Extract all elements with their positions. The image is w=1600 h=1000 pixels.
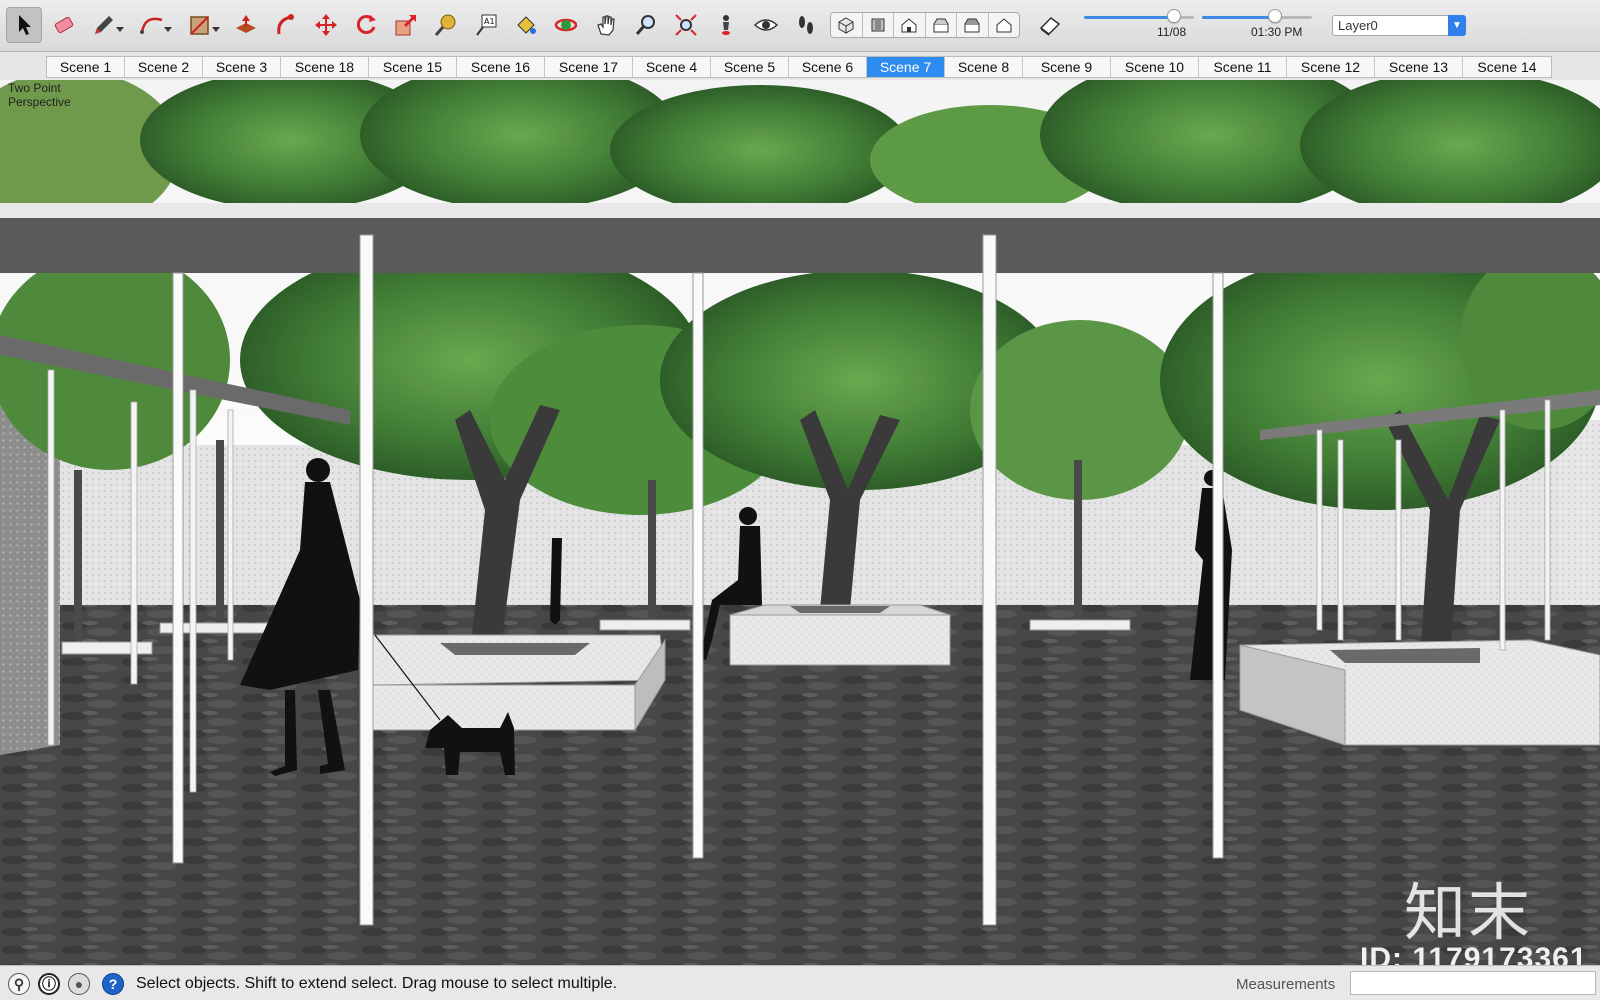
front-view-icon[interactable] [894, 13, 926, 37]
scene-tab-scene-13[interactable]: Scene 13 [1375, 57, 1463, 77]
arc-tool-icon[interactable] [134, 7, 172, 43]
watermark-logo: 知末 [1404, 876, 1533, 949]
top-view-icon[interactable] [863, 13, 894, 37]
pan-tool-icon[interactable] [588, 7, 624, 43]
scene-tab-scene-9[interactable]: Scene 9 [1023, 57, 1111, 77]
shadow-date-slider[interactable] [1084, 9, 1194, 23]
scale-tool-icon[interactable] [388, 7, 424, 43]
shadow-time-label: 01:30 PM [1251, 25, 1303, 39]
geo-location-icon[interactable]: ⚲ [8, 973, 30, 995]
left-view-icon[interactable] [989, 13, 1020, 37]
rendered-scene [0, 80, 1600, 965]
tape-measure-tool-icon[interactable] [428, 7, 464, 43]
help-icon[interactable]: ? [102, 973, 124, 995]
follow-me-tool-icon[interactable] [268, 7, 304, 43]
measurements-label: Measurements [1236, 976, 1336, 993]
canopy-roof [0, 218, 1600, 273]
eraser-tool-icon[interactable] [46, 7, 82, 43]
back-view-icon[interactable] [957, 13, 989, 37]
scene-tab-scene-17[interactable]: Scene 17 [545, 57, 633, 77]
scene-tab-scene-15[interactable]: Scene 15 [369, 57, 457, 77]
scene-tab-scene-11[interactable]: Scene 11 [1199, 57, 1287, 77]
scene-tab-scene-10[interactable]: Scene 10 [1111, 57, 1199, 77]
orbit-tool-icon[interactable] [548, 7, 584, 43]
scene-tab-scene-6[interactable]: Scene 6 [789, 57, 867, 77]
scene-tab-scene-1[interactable]: Scene 1 [47, 57, 125, 77]
shadow-date-label: 11/08 [1157, 25, 1187, 39]
zoom-tool-icon[interactable] [628, 7, 664, 43]
scene-tab-scene-5[interactable]: Scene 5 [711, 57, 789, 77]
credits-icon[interactable]: ⓘ [38, 973, 60, 995]
paint-bucket-tool-icon[interactable] [508, 7, 544, 43]
toolbar: A1 11/08 01:30 PM Layer0 ▼ [0, 0, 1600, 52]
layer-select[interactable]: Layer0 ▼ [1332, 15, 1466, 36]
scene-tab-scene-18[interactable]: Scene 18 [281, 57, 369, 77]
rectangle-tool-icon[interactable] [182, 7, 220, 43]
scene-tab-scene-12[interactable]: Scene 12 [1287, 57, 1375, 77]
chevron-down-icon: ▼ [1448, 15, 1466, 36]
svg-text:A1: A1 [484, 17, 495, 26]
select-tool-icon[interactable] [6, 7, 42, 43]
shadow-date-knob[interactable] [1167, 9, 1182, 23]
scene-tab-scene-2[interactable]: Scene 2 [125, 57, 203, 77]
watermark-id: ID: 1179173361 [1360, 942, 1588, 965]
zoom-extents-tool-icon[interactable] [668, 7, 704, 43]
right-view-icon[interactable] [926, 13, 957, 37]
text-tool-icon[interactable]: A1 [468, 7, 504, 43]
scene-tab-scene-3[interactable]: Scene 3 [203, 57, 281, 77]
scene-tabs: Scene 1 Scene 2 Scene 3 Scene 18 Scene 15 Sce… [46, 56, 1552, 78]
scene-tab-scene-7[interactable]: Scene 7 [867, 57, 945, 77]
camera-mode-label: Two Point Perspective [8, 81, 71, 109]
shadow-time-knob[interactable] [1267, 9, 1282, 23]
model-viewport[interactable]: Two Point Perspective 知末 ID: 1179173361 [0, 80, 1600, 965]
status-hint: Select objects. Shift to extend select. … [136, 975, 618, 992]
scene-tab-scene-14[interactable]: Scene 14 [1463, 57, 1551, 77]
pencil-tool-icon[interactable] [86, 7, 124, 43]
look-around-tool-icon[interactable] [748, 7, 784, 43]
scene-tab-scene-16[interactable]: Scene 16 [457, 57, 545, 77]
section-plane-icon[interactable] [1032, 7, 1068, 43]
scene-tab-scene-8[interactable]: Scene 8 [945, 57, 1023, 77]
shadow-time-slider[interactable] [1202, 9, 1312, 23]
standard-views-group [830, 12, 1020, 38]
user-account-icon[interactable]: ● [68, 973, 90, 995]
measurements-field[interactable] [1350, 971, 1596, 995]
layer-select-value: Layer0 [1338, 18, 1378, 33]
walk-tool-icon[interactable] [788, 7, 824, 43]
position-camera-tool-icon[interactable] [708, 7, 744, 43]
scene-tab-scene-4[interactable]: Scene 4 [633, 57, 711, 77]
push-pull-tool-icon[interactable] [228, 7, 264, 43]
move-tool-icon[interactable] [308, 7, 344, 43]
iso-view-icon[interactable] [831, 13, 863, 37]
rotate-tool-icon[interactable] [348, 7, 384, 43]
status-bar: ⚲ ⓘ ● ? Select objects. Shift to extend … [0, 965, 1600, 1000]
